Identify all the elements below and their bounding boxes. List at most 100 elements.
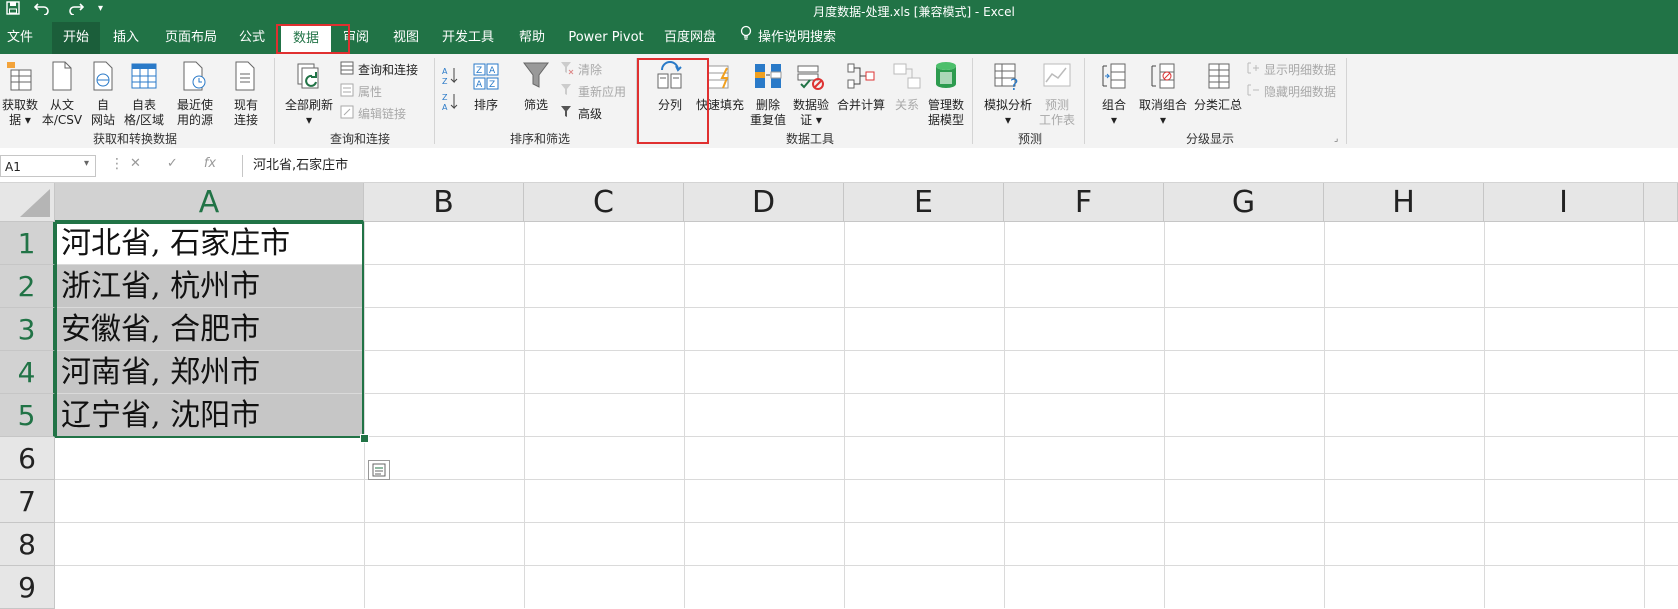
quick-analysis-icon[interactable] <box>368 460 390 480</box>
properties-icon <box>340 83 354 100</box>
formula-input[interactable]: 河北省,石家庄市 <box>242 155 1678 177</box>
tab-home[interactable]: 开始 <box>52 22 100 54</box>
subtotal-button[interactable]: 分类汇总 <box>1192 60 1244 113</box>
column-header-f[interactable]: F <box>1004 183 1164 222</box>
row-header-6[interactable]: 6 <box>0 437 55 480</box>
data-validation-icon <box>790 60 832 96</box>
tab-baidu[interactable]: 百度网盘 <box>662 22 718 54</box>
from-web-button[interactable]: 自 网站 <box>86 60 120 128</box>
tab-insert[interactable]: 插入 <box>104 22 148 54</box>
consolidate-icon <box>834 60 888 96</box>
data-validation-button[interactable]: 数据验 证 ▾ <box>790 60 832 128</box>
reapply-button[interactable]: 重新应用 <box>560 82 626 100</box>
column-header-e[interactable]: E <box>844 183 1004 222</box>
row-header-9[interactable]: 9 <box>0 566 55 609</box>
cancel-icon[interactable]: ✕ <box>130 156 141 171</box>
gridline <box>1004 222 1005 608</box>
name-box-dropdown-icon[interactable]: ▾ <box>84 158 89 169</box>
row-header-4[interactable]: 4 <box>0 351 55 394</box>
consolidate-button[interactable]: 合并计算 <box>834 60 888 113</box>
gridline <box>55 479 1678 480</box>
reapply-icon <box>560 83 574 100</box>
advanced-filter-button[interactable]: 高级 <box>560 104 602 122</box>
manage-data-model-button[interactable]: 管理数 据模型 <box>924 60 968 128</box>
select-all-corner[interactable] <box>0 183 55 222</box>
tab-file[interactable]: 文件 <box>0 22 40 54</box>
column-header-c[interactable]: C <box>524 183 684 222</box>
group-separator <box>972 58 973 144</box>
document-icon <box>40 60 84 96</box>
filter-button[interactable]: 筛选 <box>516 60 556 113</box>
refresh-icon <box>282 60 336 96</box>
gridline <box>1164 222 1165 608</box>
gridline <box>364 222 365 608</box>
column-header-h[interactable]: H <box>1324 183 1484 222</box>
relationships-button[interactable]: 关系 <box>890 60 924 113</box>
group-button[interactable]: 组合 ▾ <box>1094 60 1134 128</box>
row-header-7[interactable]: 7 <box>0 480 55 523</box>
edit-links-icon <box>340 105 354 122</box>
confirm-icon[interactable]: ✓ <box>167 156 178 171</box>
window-title: 月度数据-处理.xls [兼容模式] - Excel <box>813 5 1015 19</box>
tab-developer[interactable]: 开发工具 <box>440 22 496 54</box>
sort-za-button[interactable]: ZA <box>442 93 458 112</box>
svg-text:Z: Z <box>476 66 482 76</box>
column-header-g[interactable]: G <box>1164 183 1324 222</box>
tab-view[interactable]: 视图 <box>386 22 426 54</box>
sort-button[interactable]: ZAAZ 排序 <box>466 60 506 113</box>
gridline <box>1324 222 1325 608</box>
tab-help[interactable]: 帮助 <box>512 22 552 54</box>
ungroup-button[interactable]: 取消组合 ▾ <box>1136 60 1190 128</box>
group-label-forecast: 预测 <box>1017 132 1042 146</box>
queries-connections-button[interactable]: 查询和连接 <box>340 60 418 78</box>
row-header-1[interactable]: 1 <box>0 222 55 265</box>
row-header-2[interactable]: 2 <box>0 265 55 308</box>
fill-handle[interactable] <box>360 434 369 443</box>
tell-me-label: 操作说明搜索 <box>758 30 837 45</box>
tab-formulas[interactable]: 公式 <box>232 22 272 54</box>
clear-filter-button[interactable]: 清除 <box>560 60 602 78</box>
from-table-button[interactable]: 自表 格/区域 <box>122 60 166 128</box>
clear-filter-icon <box>560 61 574 78</box>
name-box[interactable]: A1 <box>0 155 96 177</box>
hide-detail-icon <box>1246 83 1260 100</box>
relationships-icon <box>890 60 924 96</box>
group-label-queries: 查询和连接 <box>329 132 390 146</box>
get-data-button[interactable]: 获取数 据 ▾ <box>0 60 40 128</box>
show-detail-button[interactable]: 显示明细数据 <box>1246 60 1336 78</box>
row-header-8[interactable]: 8 <box>0 523 55 566</box>
table-icon <box>122 60 166 96</box>
what-if-analysis-button[interactable]: ? 模拟分析 ▾ <box>980 60 1036 128</box>
sort-az-icon: AZ <box>442 66 458 89</box>
edit-links-button[interactable]: 编辑链接 <box>340 104 406 122</box>
group-icon <box>1094 60 1134 96</box>
sort-az-button[interactable]: AZ <box>442 66 458 89</box>
hide-detail-button[interactable]: 隐藏明细数据 <box>1246 82 1336 100</box>
group-separator <box>274 58 275 144</box>
row-header-5[interactable]: 5 <box>0 394 55 437</box>
from-csv-button[interactable]: 从文 本/CSV <box>40 60 84 128</box>
tab-power-pivot[interactable]: Power Pivot <box>568 22 644 54</box>
existing-connections-button[interactable]: 现有 连接 <box>228 60 264 128</box>
refresh-all-button[interactable]: 全部刷新 ▾ <box>282 60 336 128</box>
group-label-get-transform: 获取和转换数据 <box>92 132 177 146</box>
remove-duplicates-button[interactable]: 删除 重复值 <box>748 60 788 128</box>
group-separator <box>1346 58 1347 144</box>
sort-icon: ZAAZ <box>466 60 506 96</box>
tab-page-layout[interactable]: 页面布局 <box>158 22 224 54</box>
group-separator <box>434 58 435 144</box>
gridline <box>55 565 1678 566</box>
forecast-sheet-button[interactable]: 预测 工作表 <box>1036 60 1078 128</box>
recent-sources-button[interactable]: 最近使 用的源 <box>172 60 218 128</box>
subtotal-icon <box>1192 60 1244 96</box>
insert-function-icon[interactable]: fx <box>204 156 216 171</box>
column-header-d[interactable]: D <box>684 183 844 222</box>
tell-me-search[interactable]: 操作说明搜索 <box>740 22 850 54</box>
row-header-3[interactable]: 3 <box>0 308 55 351</box>
column-header-b[interactable]: B <box>364 183 524 222</box>
column-header-a[interactable]: A <box>55 183 364 222</box>
column-header-i[interactable]: I <box>1484 183 1644 222</box>
dialog-launcher-icon[interactable]: ⌟ <box>1334 134 1338 144</box>
show-detail-icon <box>1246 61 1260 78</box>
properties-button[interactable]: 属性 <box>340 82 382 100</box>
